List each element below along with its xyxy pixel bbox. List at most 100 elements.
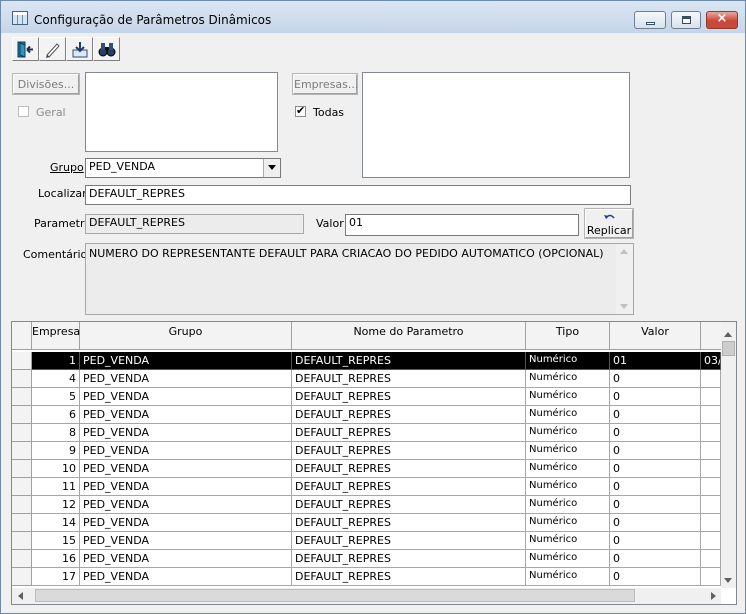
table-row[interactable]: 1 PED_VENDA DEFAULT_REPRES Numérico 01 03/ [12, 352, 721, 370]
maximize-button[interactable] [671, 11, 701, 29]
cell-tipo[interactable]: Numérico [526, 406, 610, 424]
cell-tipo[interactable]: Numérico [526, 568, 610, 586]
col-header-tipo[interactable]: Tipo [526, 322, 610, 350]
cell-extra[interactable] [701, 424, 721, 442]
cell-valor[interactable]: 0 [610, 532, 701, 550]
cell-valor[interactable]: 0 [610, 442, 701, 460]
cell-grupo[interactable]: PED_VENDA [80, 532, 292, 550]
cell-empresa[interactable]: 12 [32, 496, 80, 514]
cell-nome[interactable]: DEFAULT_REPRES [292, 406, 526, 424]
table-row[interactable]: 14 PED_VENDA DEFAULT_REPRES Numérico 0 [12, 514, 721, 532]
cell-empresa[interactable]: 16 [32, 550, 80, 568]
divisoes-list[interactable] [85, 72, 278, 152]
row-indicator[interactable] [12, 424, 32, 442]
cell-valor[interactable]: 0 [610, 550, 701, 568]
cell-tipo[interactable]: Numérico [526, 514, 610, 532]
cell-grupo[interactable]: PED_VENDA [80, 568, 292, 586]
row-indicator[interactable] [12, 352, 32, 370]
cell-tipo[interactable]: Numérico [526, 532, 610, 550]
table-row[interactable]: 16 PED_VENDA DEFAULT_REPRES Numérico 0 [12, 550, 721, 568]
col-header-valor[interactable]: Valor [610, 322, 701, 350]
scroll-up-icon[interactable] [724, 332, 732, 337]
cell-tipo[interactable]: Numérico [526, 352, 610, 370]
grid-vertical-scrollbar[interactable] [721, 322, 736, 588]
cell-nome[interactable]: DEFAULT_REPRES [292, 352, 526, 370]
cell-valor[interactable]: 0 [610, 514, 701, 532]
cell-nome[interactable]: DEFAULT_REPRES [292, 568, 526, 586]
cell-empresa[interactable]: 1 [32, 352, 80, 370]
row-indicator[interactable] [12, 460, 32, 478]
cell-valor[interactable]: 0 [610, 568, 701, 586]
cell-grupo[interactable]: PED_VENDA [80, 550, 292, 568]
table-row[interactable]: 12 PED_VENDA DEFAULT_REPRES Numérico 0 [12, 496, 721, 514]
cell-grupo[interactable]: PED_VENDA [80, 514, 292, 532]
cell-empresa[interactable]: 4 [32, 370, 80, 388]
empresas-list[interactable] [362, 72, 630, 178]
row-indicator[interactable] [12, 568, 32, 586]
empresas-button[interactable]: Empresas... [292, 73, 358, 95]
cell-empresa[interactable]: 17 [32, 568, 80, 586]
scroll-left-icon[interactable] [18, 592, 23, 600]
cell-nome[interactable]: DEFAULT_REPRES [292, 460, 526, 478]
col-header-extra[interactable] [701, 322, 721, 350]
cell-empresa[interactable]: 10 [32, 460, 80, 478]
cell-extra[interactable] [701, 550, 721, 568]
cell-valor[interactable]: 0 [610, 370, 701, 388]
cell-grupo[interactable]: PED_VENDA [80, 496, 292, 514]
table-row[interactable]: 4 PED_VENDA DEFAULT_REPRES Numérico 0 [12, 370, 721, 388]
cell-valor[interactable]: 0 [610, 424, 701, 442]
cell-grupo[interactable]: PED_VENDA [80, 370, 292, 388]
scroll-thumb-horizontal[interactable] [35, 589, 635, 602]
cell-valor[interactable]: 0 [610, 460, 701, 478]
cell-grupo[interactable]: PED_VENDA [80, 352, 292, 370]
table-row[interactable]: 6 PED_VENDA DEFAULT_REPRES Numérico 0 [12, 406, 721, 424]
table-row[interactable]: 15 PED_VENDA DEFAULT_REPRES Numérico 0 [12, 532, 721, 550]
cell-tipo[interactable]: Numérico [526, 370, 610, 388]
grupo-select[interactable]: PED_VENDA [85, 158, 281, 178]
cell-tipo[interactable]: Numérico [526, 460, 610, 478]
scroll-down-icon[interactable] [724, 578, 732, 583]
cell-nome[interactable]: DEFAULT_REPRES [292, 424, 526, 442]
cell-valor[interactable]: 0 [610, 478, 701, 496]
cell-extra[interactable] [701, 370, 721, 388]
row-indicator[interactable] [12, 478, 32, 496]
scroll-down-icon[interactable] [620, 304, 628, 309]
cell-valor[interactable]: 01 [610, 352, 701, 370]
cell-extra[interactable] [701, 388, 721, 406]
cell-grupo[interactable]: PED_VENDA [80, 478, 292, 496]
cell-grupo[interactable]: PED_VENDA [80, 406, 292, 424]
row-indicator[interactable] [12, 370, 32, 388]
save-button[interactable] [66, 37, 93, 61]
table-row[interactable]: 5 PED_VENDA DEFAULT_REPRES Numérico 0 [12, 388, 721, 406]
cell-extra[interactable] [701, 478, 721, 496]
cell-nome[interactable]: DEFAULT_REPRES [292, 388, 526, 406]
cell-nome[interactable]: DEFAULT_REPRES [292, 370, 526, 388]
cell-tipo[interactable]: Numérico [526, 550, 610, 568]
cell-extra[interactable] [701, 406, 721, 424]
edit-button[interactable] [39, 37, 66, 61]
cell-valor[interactable]: 0 [610, 388, 701, 406]
close-button[interactable]: × [706, 11, 738, 29]
row-indicator[interactable] [12, 496, 32, 514]
cell-grupo[interactable]: PED_VENDA [80, 460, 292, 478]
table-row[interactable]: 17 PED_VENDA DEFAULT_REPRES Numérico 0 [12, 568, 721, 586]
cell-extra[interactable]: 03/ [701, 352, 721, 370]
cell-extra[interactable] [701, 442, 721, 460]
cell-nome[interactable]: DEFAULT_REPRES [292, 550, 526, 568]
col-header-nome[interactable]: Nome do Parametro [292, 322, 526, 350]
scroll-up-icon[interactable] [620, 249, 628, 254]
cell-grupo[interactable]: PED_VENDA [80, 388, 292, 406]
cell-tipo[interactable]: Numérico [526, 496, 610, 514]
table-row[interactable]: 11 PED_VENDA DEFAULT_REPRES Numérico 0 [12, 478, 721, 496]
cell-nome[interactable]: DEFAULT_REPRES [292, 514, 526, 532]
exit-button[interactable] [12, 37, 39, 61]
row-indicator[interactable] [12, 514, 32, 532]
cell-extra[interactable] [701, 532, 721, 550]
cell-empresa[interactable]: 14 [32, 514, 80, 532]
cell-valor[interactable]: 0 [610, 406, 701, 424]
divisoes-button[interactable]: Divisões... [12, 73, 80, 95]
geral-checkbox[interactable] [18, 106, 29, 117]
parametros-grid[interactable]: Empresa Grupo Nome do Parametro Tipo Val… [11, 321, 737, 605]
cell-grupo[interactable]: PED_VENDA [80, 424, 292, 442]
minimize-button[interactable] [634, 11, 666, 29]
